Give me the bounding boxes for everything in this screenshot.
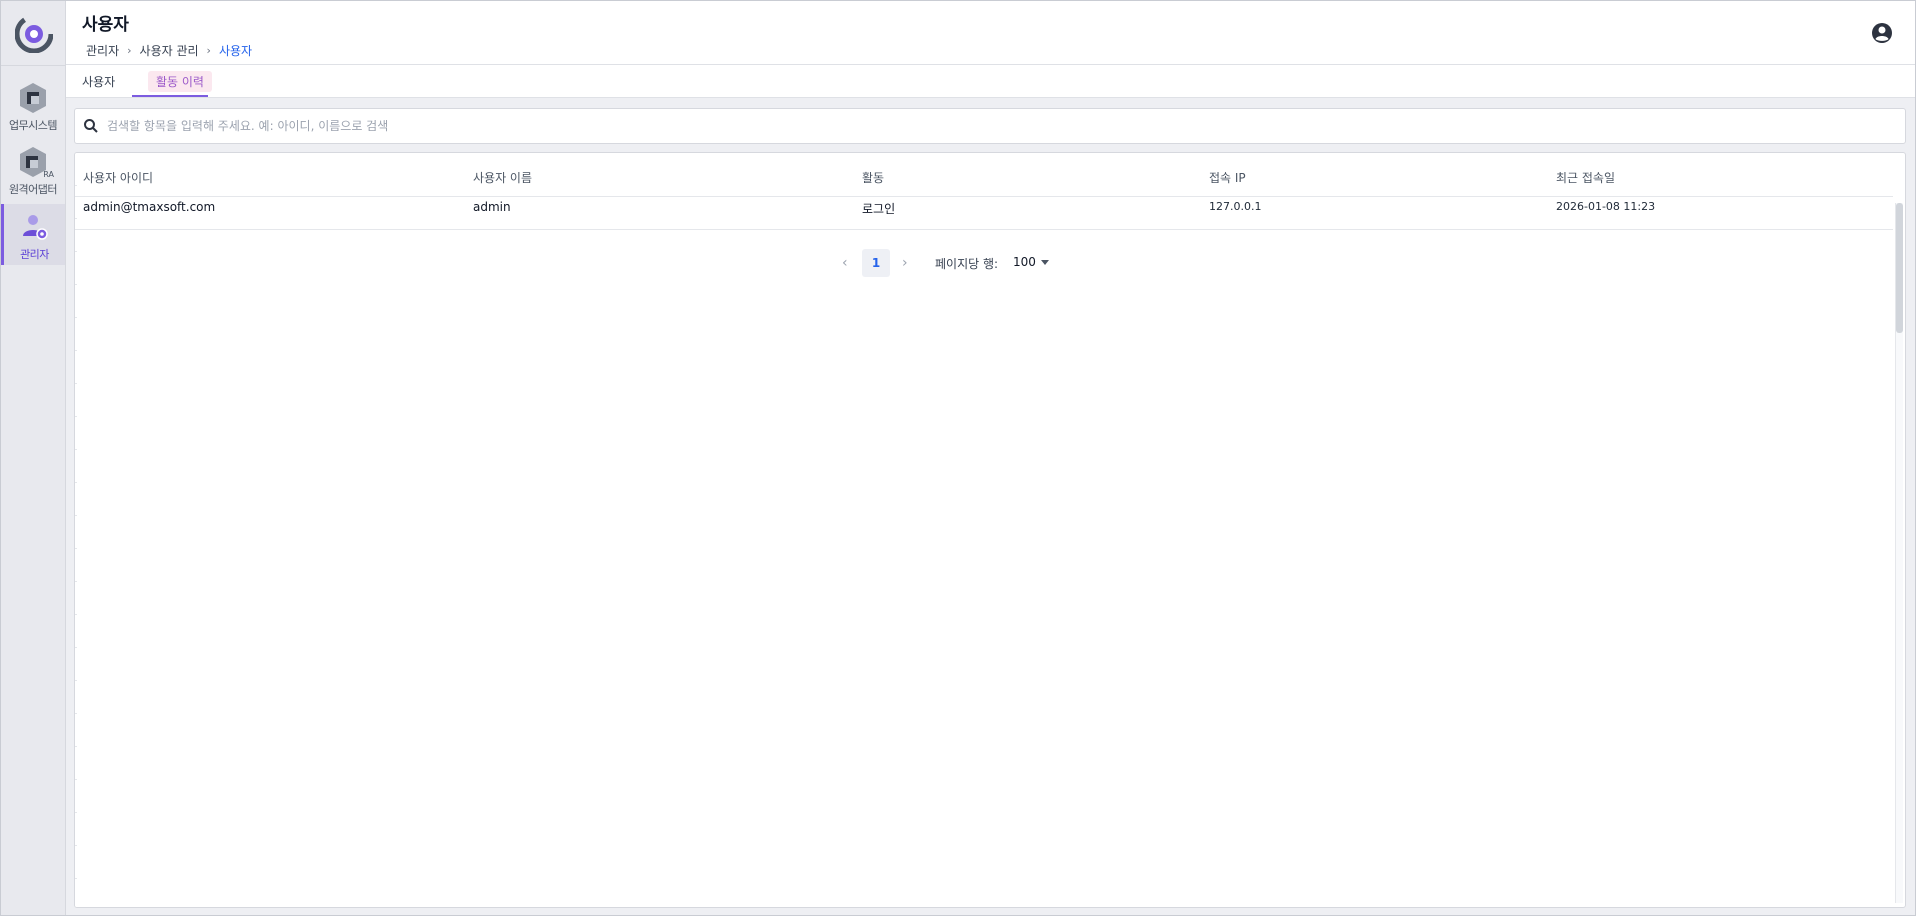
ra-badge: RA [43, 170, 54, 179]
page-button-current[interactable]: 1 [862, 249, 890, 277]
sidebar-item-work-system[interactable]: 업무시스템 [1, 79, 65, 141]
table-scrollbar[interactable] [1895, 203, 1903, 903]
sidebar-item-label: 관리자 [20, 248, 49, 261]
activity-table-panel: 사용자 아이디 사용자 이름 활동 접속 IP 최근 접속일 admin@tma… [74, 152, 1906, 908]
cell-activity: 로그인 [862, 202, 896, 216]
cell-user-id: admin@tmaxsoft.com [83, 200, 216, 214]
chevron-right-icon[interactable]: › [902, 255, 908, 271]
rows-per-page-label: 페이지당 행: [935, 257, 999, 271]
chevron-left-icon[interactable]: ‹ [842, 255, 848, 271]
breadcrumb-item-current: 사용자 [218, 44, 253, 58]
account-circle-icon[interactable] [1871, 22, 1893, 44]
tab-bar: 사용자 활동 이력 [66, 65, 1915, 98]
column-header-activity[interactable]: 활동 [862, 169, 884, 186]
pagination: ‹ 1 › 페이지당 행: 100 [75, 249, 1893, 277]
remote-adapter-icon-wrap: RA [18, 145, 54, 179]
breadcrumb-item-admin[interactable]: 관리자 [86, 42, 119, 59]
tab-label: 사용자 [82, 74, 116, 89]
page-header: 사용자 관리자 › 사용자 관리 › 사용자 [66, 1, 1915, 65]
table-row[interactable]: admin@tmaxsoft.com admin 로그인 127.0.0.1 2… [75, 196, 1893, 224]
scrollbar-thumb[interactable] [1896, 203, 1903, 333]
column-header-last-access[interactable]: 최근 접속일 [1556, 169, 1615, 186]
breadcrumb-item-user-management[interactable]: 사용자 관리 [140, 42, 199, 59]
column-header-user-name[interactable]: 사용자 이름 [473, 169, 532, 186]
search-bar [74, 108, 1906, 144]
row-divider [75, 229, 1893, 230]
page-title: 사용자 [82, 15, 129, 35]
tab-label: 활동 이력 [148, 70, 212, 92]
admin-icon [22, 215, 48, 240]
app-window: 업무시스템 RA 원격어댑터 관리자 사용자 관리자 › 사용자 관리 › 사용… [0, 0, 1916, 916]
work-system-icon [20, 83, 46, 113]
sidebar-item-label: 원격어댑터 [8, 183, 58, 196]
column-header-user-id[interactable]: 사용자 아이디 [83, 169, 153, 186]
breadcrumb: 관리자 › 사용자 관리 › 사용자 [86, 42, 252, 59]
main-content: 사용자 아이디 사용자 이름 활동 접속 IP 최근 접속일 admin@tma… [66, 98, 1915, 915]
sidebar-divider [1, 65, 65, 66]
table-header: 사용자 아이디 사용자 이름 활동 접속 IP 최근 접속일 [75, 165, 1893, 189]
tab-activity-history[interactable]: 활동 이력 [132, 65, 228, 97]
cell-user-name: admin [473, 200, 511, 214]
app-logo-icon[interactable] [15, 15, 53, 53]
cell-last-access: 2026-01-08 11:23 [1556, 200, 1656, 213]
search-icon [84, 119, 98, 133]
chevron-right-icon: › [127, 44, 132, 57]
sidebar-item-label: 업무시스템 [8, 119, 58, 132]
cell-access-ip: 127.0.0.1 [1209, 200, 1262, 213]
column-header-access-ip[interactable]: 접속 IP [1209, 169, 1246, 186]
dropdown-caret-icon[interactable] [1041, 260, 1049, 265]
sidebar-item-admin[interactable]: 관리자 [1, 204, 65, 265]
active-tab-indicator [132, 95, 208, 97]
chevron-right-icon: › [206, 44, 211, 57]
search-input[interactable] [107, 119, 1887, 133]
tab-users[interactable]: 사용자 [66, 65, 131, 97]
sidebar-item-remote-adapter[interactable]: RA 원격어댑터 [1, 143, 65, 205]
sidebar: 업무시스템 RA 원격어댑터 관리자 [1, 1, 66, 915]
rows-per-page-select[interactable]: 100 [1013, 255, 1036, 269]
